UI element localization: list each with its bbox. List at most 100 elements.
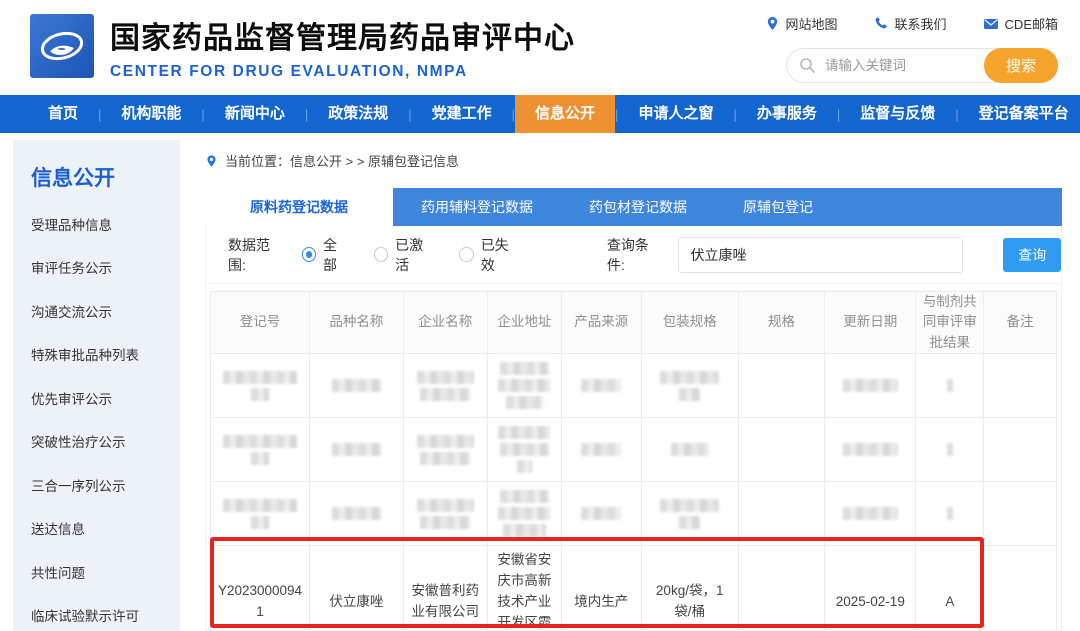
breadcrumb-pin-icon <box>205 154 218 168</box>
col-company-address: 企业地址 <box>487 292 561 354</box>
sidebar-item-delivery-info[interactable]: 送达信息 <box>31 507 180 551</box>
col-joint-review-result: 与制剂共同审评审批结果 <box>916 292 984 354</box>
sidebar-item-special-approval[interactable]: 特殊审批品种列表 <box>31 333 180 377</box>
cell-joint-review-result: A <box>916 546 984 631</box>
col-registration-no: 登记号 <box>211 292 310 354</box>
mail-label: CDE邮箱 <box>1005 14 1058 33</box>
cell-redacted <box>738 482 824 546</box>
redacted-block <box>332 443 381 456</box>
redacted-block <box>420 452 470 465</box>
table-row-redacted <box>211 418 1057 482</box>
radio-icon-all[interactable] <box>302 247 316 262</box>
scope-label: 数据范围: <box>228 235 286 275</box>
col-product-origin: 产品来源 <box>562 292 642 354</box>
cell-redacted <box>211 418 310 482</box>
redacted-block <box>503 524 546 537</box>
nav-item-info-disclosure[interactable]: 信息公开 <box>515 95 615 133</box>
filter-bar: 数据范围: 全部 已激活 已失效 查询条件: 查询 <box>206 226 1061 284</box>
sitemap-link[interactable]: 网站地图 <box>765 14 838 33</box>
sidebar-item-priority-review[interactable]: 优先审评公示 <box>31 376 180 420</box>
breadcrumb-text: 当前位置：信息公开 > > 原辅包登记信息 <box>225 151 459 170</box>
col-variety-name: 品种名称 <box>309 292 403 354</box>
content-panel: 数据范围: 全部 已激活 已失效 查询条件: 查询 <box>205 226 1062 631</box>
table-row-highlighted[interactable]: Y20230000941 伏立康唑 安徽普利药业有限公司 安徽省安庆市高新技术产… <box>211 546 1057 631</box>
site-search-button[interactable]: 搜索 <box>984 48 1058 83</box>
cell-redacted <box>825 418 916 482</box>
cell-redacted <box>825 354 916 418</box>
radio-icon-expired[interactable] <box>459 247 473 262</box>
redacted-block <box>581 507 621 520</box>
cell-redacted <box>984 482 1057 546</box>
cell-redacted <box>641 354 738 418</box>
sidebar-item-breakthrough-therapy[interactable]: 突破性治疗公示 <box>31 420 180 464</box>
radio-option-activated[interactable]: 已激活 <box>374 235 436 275</box>
nav-item-services[interactable]: 办事服务 <box>737 95 837 133</box>
tab-packaging-registration[interactable]: 药包材登记数据 <box>561 188 715 226</box>
data-tabs: 原料药登记数据 药用辅料登记数据 药包材登记数据 原辅包登记 <box>205 188 1062 226</box>
redacted-block <box>251 452 268 465</box>
redacted-block <box>223 371 296 384</box>
cell-redacted <box>487 482 561 546</box>
results-table-wrap: 登记号 品种名称 企业名称 企业地址 产品来源 包装规格 规格 更新日期 与制剂… <box>210 291 1057 631</box>
cell-redacted <box>825 482 916 546</box>
cell-redacted <box>984 354 1057 418</box>
nav-item-functions[interactable]: 机构职能 <box>101 95 201 133</box>
contact-link[interactable]: 联系我们 <box>874 14 947 33</box>
table-header-row: 登记号 品种名称 企业名称 企业地址 产品来源 包装规格 规格 更新日期 与制剂… <box>211 292 1057 354</box>
nav-item-news[interactable]: 新闻中心 <box>205 95 305 133</box>
main-nav: 首页| 机构职能| 新闻中心| 政策法规| 党建工作| 信息公开| 申请人之窗|… <box>0 95 1080 133</box>
tab-raw-aux-pack-registration[interactable]: 原辅包登记 <box>715 188 841 226</box>
cell-update-date: 2025-02-19 <box>825 546 916 631</box>
site-header: 国家药品监督管理局药品审评中心 CENTER FOR DRUG EVALUATI… <box>0 0 1080 95</box>
tab-api-registration[interactable]: 原料药登记数据 <box>205 188 393 226</box>
sidebar-item-accepted-varieties[interactable]: 受理品种信息 <box>31 202 180 246</box>
search-icon <box>799 57 816 74</box>
sidebar: 信息公开 受理品种信息 审评任务公示 沟通交流公示 特殊审批品种列表 优先审评公… <box>13 140 180 631</box>
nav-item-party[interactable]: 党建工作 <box>412 95 512 133</box>
sidebar-item-common-issues[interactable]: 共性问题 <box>31 550 180 594</box>
radio-option-all[interactable]: 全部 <box>302 235 350 275</box>
cell-variety-name: 伏立康唑 <box>309 546 403 631</box>
redacted-block <box>498 426 550 439</box>
nav-item-supervision[interactable]: 监督与反馈 <box>840 95 955 133</box>
mail-link[interactable]: CDE邮箱 <box>983 14 1058 33</box>
sidebar-item-communication[interactable]: 沟通交流公示 <box>31 289 180 333</box>
breadcrumb: 当前位置：信息公开 > > 原辅包登记信息 <box>205 151 459 170</box>
cell-redacted <box>738 354 824 418</box>
redacted-block <box>679 388 700 401</box>
redacted-block <box>671 443 709 456</box>
cell-redacted <box>211 482 310 546</box>
redacted-block <box>660 371 719 384</box>
sidebar-item-three-in-one[interactable]: 三合一序列公示 <box>31 463 180 507</box>
cell-redacted <box>309 354 403 418</box>
redacted-block <box>498 379 550 392</box>
nav-item-home[interactable]: 首页 <box>28 95 98 133</box>
cell-redacted <box>562 418 642 482</box>
cell-package-spec: 20kg/袋，1袋/桶 <box>641 546 738 631</box>
radio-label-activated: 已激活 <box>395 235 435 275</box>
query-button[interactable]: 查询 <box>1003 238 1061 272</box>
nav-item-applicant[interactable]: 申请人之窗 <box>618 95 733 133</box>
redacted-block <box>843 443 898 456</box>
redacted-block <box>660 499 719 512</box>
cell-redacted <box>562 354 642 418</box>
redacted-block <box>420 388 470 401</box>
sidebar-item-clinical-trial-implied-license[interactable]: 临床试验默示许可 <box>31 594 180 631</box>
redacted-block <box>223 435 296 448</box>
sidebar-item-review-tasks[interactable]: 审评任务公示 <box>31 246 180 290</box>
redacted-block <box>417 499 474 512</box>
query-input[interactable] <box>678 237 964 273</box>
radio-icon-activated[interactable] <box>374 247 388 262</box>
cell-redacted <box>309 482 403 546</box>
query-label: 查询条件: <box>607 235 665 275</box>
redacted-block <box>251 388 268 401</box>
nav-item-registration-platform[interactable]: 登记备案平台 <box>959 95 1080 133</box>
cell-redacted <box>403 354 487 418</box>
radio-option-expired[interactable]: 已失效 <box>459 235 521 275</box>
site-subtitle: CENTER FOR DRUG EVALUATION, NMPA <box>110 63 575 81</box>
cde-logo-icon <box>30 14 94 78</box>
sidebar-title: 信息公开 <box>31 162 180 192</box>
tab-excipient-registration[interactable]: 药用辅料登记数据 <box>393 188 561 226</box>
nav-item-policy[interactable]: 政策法规 <box>308 95 408 133</box>
redacted-block <box>506 396 543 409</box>
